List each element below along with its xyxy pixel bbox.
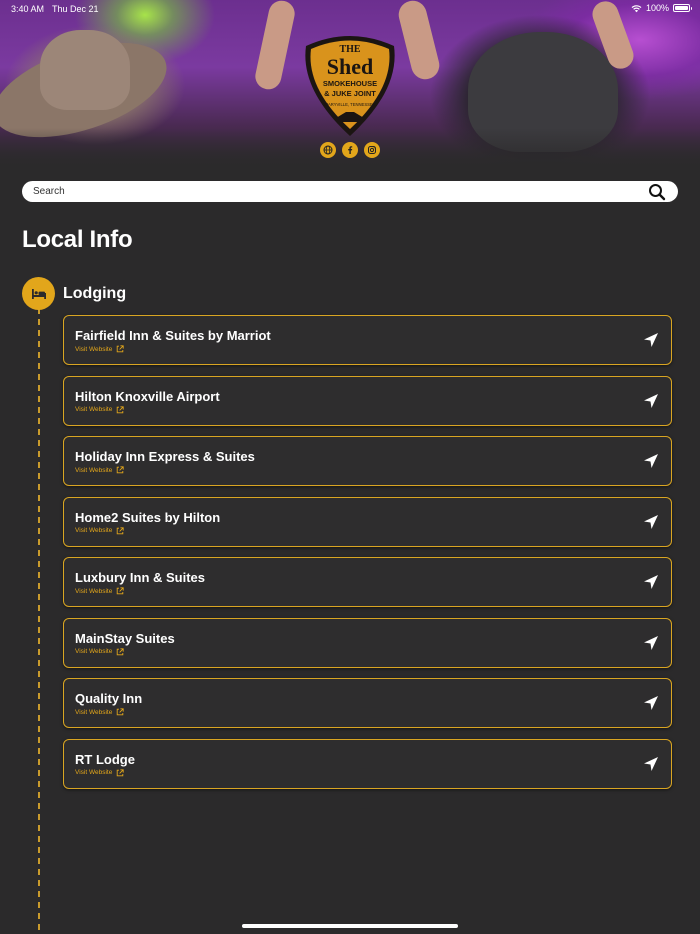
visit-website-label: Visit Website	[75, 466, 113, 474]
listing-name: Home2 Suites by Hilton	[75, 509, 221, 525]
external-link-icon	[117, 466, 124, 474]
social-links	[0, 142, 700, 158]
status-right: 100%	[631, 3, 692, 13]
external-link-icon	[117, 768, 124, 776]
external-link-icon	[117, 647, 124, 655]
visit-website-link[interactable]: Visit Website	[75, 587, 124, 595]
timeline-line	[38, 308, 40, 934]
listing-name: Fairfield Inn & Suites by Marriot	[75, 328, 271, 343]
list-item[interactable]: Holiday Inn Express & Suites Visit Websi…	[63, 436, 672, 486]
visit-website-link[interactable]: Visit Website	[75, 345, 124, 353]
navigate-icon[interactable]	[643, 453, 659, 469]
visit-website-label: Visit Website	[75, 587, 113, 595]
listing-name: MainStay Suites	[75, 630, 175, 646]
status-time: 3:40 AM	[11, 4, 45, 14]
wifi-icon	[631, 4, 642, 12]
visit-website-label: Visit Website	[75, 648, 113, 655]
visit-website-link[interactable]: Visit Website	[75, 768, 124, 777]
navigate-icon[interactable]	[643, 332, 659, 348]
visit-website-label: Visit Website	[75, 527, 113, 534]
list-item[interactable]: Luxbury Inn & Suites Visit Website	[63, 557, 672, 607]
status-bar: 3:40 AM Thu Dec 21 100%	[0, 0, 700, 18]
listing-name: RT Lodge	[75, 751, 135, 767]
lodging-list: Fairfield Inn & Suites by Marriot Visit …	[63, 315, 672, 799]
globe-icon[interactable]	[320, 142, 336, 158]
list-item[interactable]: Home2 Suites by Hilton Visit Website	[63, 496, 672, 547]
list-item[interactable]: Fairfield Inn & Suites by Marriot Visit …	[63, 315, 672, 365]
search-icon[interactable]	[648, 183, 666, 201]
list-item[interactable]: MainStay Suites Visit Website	[63, 617, 672, 668]
listing-name: Holiday Inn Express & Suites	[75, 449, 255, 464]
logo-text-main: Shed	[327, 54, 373, 79]
logo-text-sub2: & JUKE JOINT	[324, 89, 376, 98]
external-link-icon	[117, 405, 124, 413]
external-link-icon	[117, 526, 124, 534]
logo-text-location: MARYVILLE, TENNESSEE	[324, 102, 375, 107]
page-title: Local Info	[22, 226, 133, 253]
list-item[interactable]: Hilton Knoxville Airport Visit Website	[63, 375, 672, 426]
navigate-icon[interactable]	[643, 756, 659, 772]
battery-icon	[673, 4, 692, 12]
crowd-photo-hat-crown	[40, 30, 130, 110]
facebook-icon[interactable]	[342, 142, 358, 158]
category-label: Lodging	[63, 285, 127, 302]
navigate-icon[interactable]	[643, 574, 659, 590]
visit-website-link[interactable]: Visit Website	[75, 466, 124, 474]
instagram-icon[interactable]	[364, 142, 380, 158]
visit-website-label: Visit Website	[75, 406, 113, 413]
external-link-icon	[117, 587, 124, 595]
visit-website-label: Visit Website	[75, 345, 113, 353]
listing-name: Quality Inn	[75, 691, 143, 706]
status-date: Thu Dec 21	[52, 4, 99, 14]
search-bar	[22, 181, 678, 202]
list-item[interactable]: Quality Inn Visit Website	[63, 678, 672, 728]
navigate-icon[interactable]	[643, 635, 659, 651]
visit-website-link[interactable]: Visit Website	[75, 526, 124, 535]
navigate-icon[interactable]	[643, 393, 659, 409]
shed-logo: THE Shed SMOKEHOUSE & JUKE JOINT MARYVIL…	[305, 36, 395, 136]
home-indicator[interactable]	[242, 924, 458, 928]
navigate-icon[interactable]	[643, 695, 659, 711]
battery-percent: 100%	[645, 3, 669, 13]
logo-text-sub1: SMOKEHOUSE	[323, 79, 377, 88]
visit-website-link[interactable]: Visit Website	[75, 708, 124, 716]
search-input[interactable]	[33, 184, 633, 199]
external-link-icon	[117, 345, 124, 353]
crowd-photo-cap	[468, 32, 618, 152]
visit-website-label: Visit Website	[75, 708, 113, 716]
navigate-icon[interactable]	[643, 514, 659, 530]
list-item[interactable]: RT Lodge Visit Website	[63, 738, 672, 789]
visit-website-link[interactable]: Visit Website	[75, 405, 124, 414]
external-link-icon	[117, 708, 124, 716]
listing-name: Luxbury Inn & Suites	[75, 570, 206, 585]
listing-name: Hilton Knoxville Airport	[75, 388, 220, 404]
visit-website-link[interactable]: Visit Website	[75, 647, 124, 656]
visit-website-label: Visit Website	[75, 769, 113, 776]
bed-icon	[22, 277, 55, 310]
